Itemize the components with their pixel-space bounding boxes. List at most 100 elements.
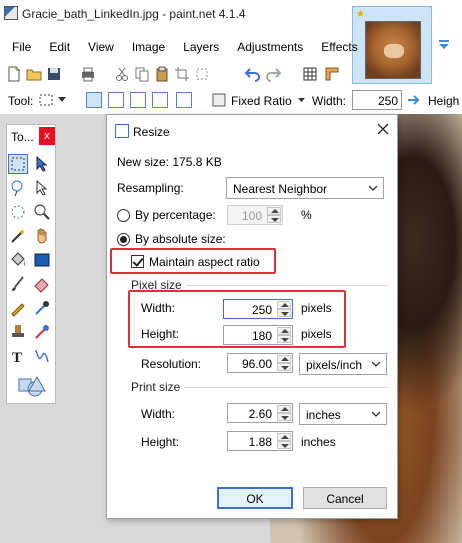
deselect-icon[interactable] [194,66,210,82]
spin-up-button[interactable] [277,301,291,309]
spin-up-button[interactable] [277,355,291,363]
resolution-unit-dropdown[interactable]: pixels/inch [299,353,387,375]
cancel-button[interactable]: Cancel [303,487,387,509]
resolution-value: 96.00 [241,357,272,371]
image-thumbnail[interactable]: ★ [352,6,432,84]
color-picker-icon[interactable] [33,299,51,317]
spin-down-button[interactable] [277,363,291,371]
spin-up-button[interactable] [277,327,291,335]
open-folder-icon[interactable] [26,66,42,82]
crop-icon[interactable] [174,66,190,82]
chevron-down-icon[interactable] [298,98,305,103]
by-absolute-size-radio[interactable] [117,233,130,246]
lasso-select-icon[interactable] [9,179,27,197]
copy-icon[interactable] [134,66,150,82]
toolbar-width-input[interactable]: 250 [352,90,402,110]
selection-mode-xor[interactable] [152,92,168,108]
resolution-spinner[interactable] [277,355,291,371]
width-input[interactable]: 250 [223,299,293,319]
link-icon[interactable] [406,93,420,107]
percentage-spinner[interactable] [267,207,281,223]
grid-icon[interactable] [302,66,318,82]
spin-down-button[interactable] [267,215,281,223]
rectangle-select-icon[interactable] [8,154,28,174]
resolution-input[interactable]: 96.00 [227,353,293,373]
print-height-label: Height: [141,435,180,449]
eraser-icon[interactable] [33,275,51,293]
spin-down-button[interactable] [277,335,291,343]
maintain-aspect-ratio-checkbox[interactable] [131,255,144,268]
print-width-spinner[interactable] [277,405,291,421]
spin-down-button[interactable] [277,309,291,317]
paste-icon[interactable] [154,66,170,82]
print-icon[interactable] [80,66,96,82]
spin-up-button[interactable] [277,433,291,441]
spin-up-button[interactable] [267,207,281,215]
by-percentage-radio[interactable] [117,209,130,222]
menu-file[interactable]: File [0,36,37,58]
print-height-spinner[interactable] [277,433,291,449]
selection-mode-intersect[interactable] [176,92,192,108]
selection-mode-union[interactable] [108,92,124,108]
pixel-size-group-title: Pixel size [131,278,186,292]
print-width-input[interactable]: 2.60 [227,403,293,423]
fixed-ratio-dropdown[interactable]: Fixed Ratio [231,94,292,108]
ok-button[interactable]: OK [217,487,293,509]
magic-wand-icon[interactable] [9,227,27,245]
pencil-icon[interactable] [9,299,27,317]
undo-icon[interactable] [244,66,260,82]
paintbrush-icon[interactable] [9,275,27,293]
move-selected-icon[interactable] [33,155,51,173]
chevron-down-icon[interactable] [58,97,66,103]
selection-mode-exclude[interactable] [130,92,146,108]
ellipse-select-icon[interactable] [9,203,27,221]
rectangle-select-tool-icon[interactable] [38,93,54,107]
menu-layers[interactable]: Layers [171,36,225,58]
height-input[interactable]: 180 [223,325,293,345]
print-height-unit: inches [301,435,336,449]
resampling-dropdown[interactable]: Nearest Neighbor [226,177,384,199]
chevron-down-icon [371,411,381,417]
menu-image[interactable]: Image [120,36,171,58]
line-curve-icon[interactable] [33,347,51,365]
star-icon: ★ [356,9,365,20]
svg-text:*: * [14,66,17,75]
spin-up-button[interactable] [277,405,291,413]
cut-icon[interactable] [114,66,130,82]
width-spinner[interactable] [277,301,291,317]
print-unit-dropdown[interactable]: inches [299,403,387,425]
move-selection-icon[interactable] [33,179,51,197]
spin-down-button[interactable] [277,413,291,421]
text-tool-icon[interactable]: T [9,347,27,366]
spin-down-button[interactable] [277,441,291,449]
shapes-icon[interactable] [17,375,47,397]
window-title: Gracie_bath_LinkedIn.jpg - paint.net 4.1… [22,7,246,21]
selection-mode-replace[interactable] [86,92,102,108]
tools-close-button[interactable]: x [39,127,55,145]
chevron-down-icon[interactable] [438,38,450,50]
recolor-icon[interactable] [33,323,51,341]
by-absolute-size-label: By absolute size: [135,232,226,246]
gradient-icon[interactable] [33,251,51,269]
pan-icon[interactable] [33,227,51,245]
tools-window-header[interactable]: To... x [7,125,55,147]
new-file-icon[interactable]: * [6,66,22,82]
menu-adjustments[interactable]: Adjustments [225,36,309,58]
tools-window: To... x T [6,124,56,404]
menu-view[interactable]: View [76,36,120,58]
menu-effects[interactable]: Effects [309,36,363,58]
redo-icon[interactable] [266,66,282,82]
save-icon[interactable] [46,66,62,82]
menu-edit[interactable]: Edit [37,36,76,58]
ruler-icon[interactable] [324,66,340,82]
paint-bucket-icon[interactable] [9,251,27,269]
percentage-input[interactable]: 100 [227,205,283,225]
height-spinner[interactable] [277,327,291,343]
zoom-icon[interactable] [33,203,51,221]
print-height-input[interactable]: 1.88 [227,431,293,451]
tool-options-bar: Tool: Fixed Ratio Width: 250 Heigh [0,88,462,112]
fixed-ratio-icon [212,93,226,107]
clone-stamp-icon[interactable] [9,323,27,341]
svg-text:T: T [12,350,22,365]
close-icon[interactable] [375,121,391,137]
